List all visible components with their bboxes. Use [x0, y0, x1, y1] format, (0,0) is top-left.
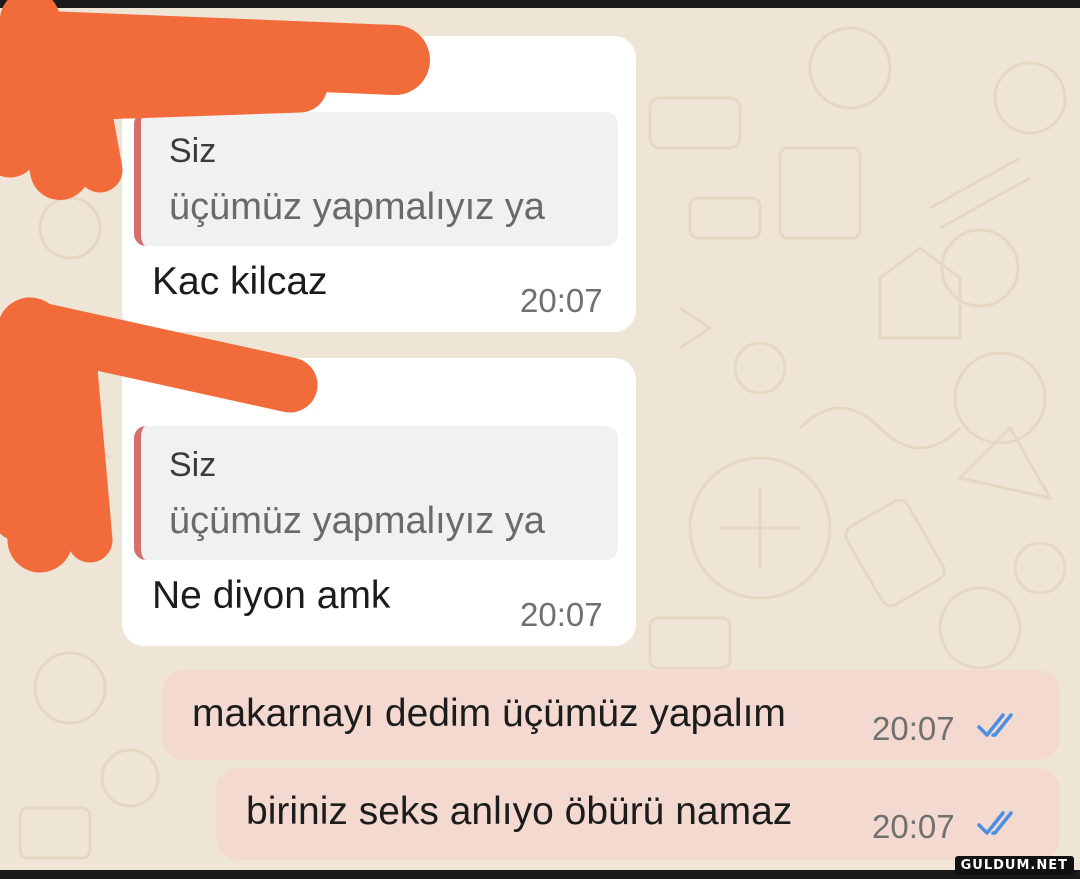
double-check-icon	[977, 713, 1013, 737]
message-text: makarnayı dedim üçümüz yapalım	[192, 692, 786, 735]
outgoing-message-bubble[interactable]: biriniz seks anlıyo öbürü namaz 20:07	[216, 768, 1060, 860]
message-time: 20:07	[520, 596, 603, 633]
message-time: 20:07	[520, 282, 603, 319]
outgoing-message-bubble[interactable]: makarnayı dedim üçümüz yapalım 20:07	[162, 670, 1060, 760]
incoming-message-bubble[interactable]: Siz üçümüz yapmalıyız ya Kac kilcaz 20:0…	[122, 36, 636, 332]
quoted-message[interactable]: Siz üçümüz yapmalıyız ya	[134, 426, 618, 560]
message-time: 20:07	[872, 808, 955, 845]
quoted-text: üçümüz yapmalıyız ya	[169, 186, 545, 228]
message-text: Kac kilcaz	[152, 260, 328, 303]
quoted-author: Siz	[169, 132, 217, 170]
watermark: GULDUM.NET	[954, 856, 1074, 875]
incoming-message-bubble[interactable]: Siz üçümüz yapmalıyız ya Ne diyon amk 20…	[122, 358, 636, 646]
double-check-icon	[977, 811, 1013, 835]
message-text: biriniz seks anlıyo öbürü namaz	[246, 790, 793, 833]
message-time: 20:07	[872, 710, 955, 747]
chat-area: Siz üçümüz yapmalıyız ya Kac kilcaz 20:0…	[0, 8, 1080, 870]
quoted-message[interactable]: Siz üçümüz yapmalıyız ya	[134, 112, 618, 246]
quoted-author: Siz	[169, 446, 217, 484]
message-text: Ne diyon amk	[152, 574, 391, 617]
quoted-text: üçümüz yapmalıyız ya	[169, 500, 545, 542]
